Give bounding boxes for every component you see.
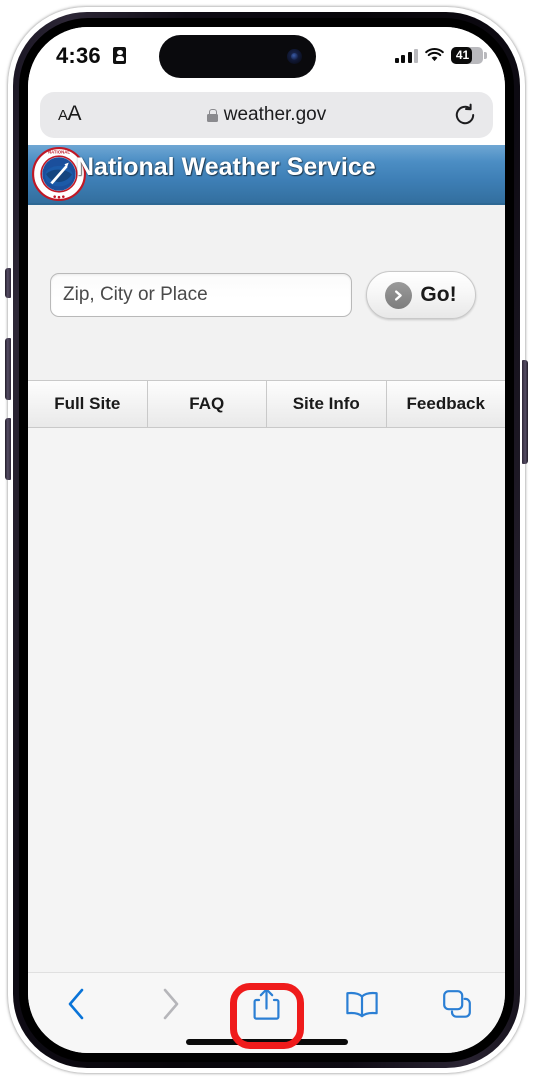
nav-item-site-info[interactable]: Site Info	[267, 381, 387, 427]
book-icon	[346, 991, 378, 1018]
dynamic-island[interactable]	[159, 35, 316, 78]
home-indicator[interactable]	[185, 1039, 348, 1045]
front-camera-icon	[287, 49, 302, 64]
volume-up-button[interactable]	[5, 338, 11, 400]
url-display[interactable]: weather.gov	[40, 92, 493, 138]
bookmarks-button[interactable]	[314, 973, 409, 1035]
go-button[interactable]: Go!	[366, 271, 476, 319]
page-body-empty-area	[28, 428, 505, 972]
mute-switch[interactable]	[5, 268, 11, 298]
svg-text:NATIONAL: NATIONAL	[48, 149, 70, 154]
lock-icon	[206, 108, 218, 122]
go-button-label: Go!	[420, 283, 457, 306]
page-title: National Weather Service	[76, 153, 376, 181]
url-text: weather.gov	[223, 104, 327, 125]
battery-icon: 41	[451, 46, 487, 64]
arrow-right-circle-icon	[385, 281, 413, 309]
share-button[interactable]	[219, 973, 314, 1035]
volume-down-button[interactable]	[5, 418, 11, 480]
nav-item-full-site[interactable]: Full Site	[28, 381, 148, 427]
site-nav-bar: Full Site FAQ Site Info Feedback	[28, 380, 505, 428]
safari-url-bar-container: AA weather.gov	[28, 89, 505, 145]
search-section: Go!	[28, 205, 505, 380]
back-button[interactable]	[28, 973, 123, 1035]
cellular-signal-icon	[394, 48, 418, 63]
power-button[interactable]	[522, 360, 528, 464]
status-bar-indicators: 41	[394, 45, 487, 65]
wifi-icon	[425, 47, 444, 61]
forward-button[interactable]	[123, 973, 218, 1035]
location-arrow-icon	[113, 47, 126, 64]
reload-icon[interactable]	[453, 103, 477, 127]
tabs-button[interactable]	[410, 973, 505, 1035]
webview-content: NATIONAL National Weather Service Go! Fu…	[28, 145, 505, 972]
chevron-right-icon	[163, 988, 179, 1020]
safari-bottom-toolbar	[28, 972, 505, 1053]
search-input[interactable]	[50, 273, 352, 317]
nav-item-feedback[interactable]: Feedback	[387, 381, 506, 427]
share-icon	[253, 988, 280, 1020]
phone-screen: 4:36 41 AA weather.gov NATIONAL National…	[28, 27, 505, 1053]
safari-url-bar[interactable]: AA weather.gov	[40, 92, 493, 138]
nws-banner: NATIONAL National Weather Service	[28, 145, 505, 205]
tabs-icon	[443, 990, 472, 1018]
chevron-left-icon	[68, 988, 84, 1020]
status-bar-time: 4:36	[56, 43, 101, 68]
battery-percent-label: 41	[455, 47, 470, 62]
screenshot-root: 4:36 41 AA weather.gov NATIONAL National…	[0, 0, 533, 1080]
nav-item-faq[interactable]: FAQ	[148, 381, 267, 427]
